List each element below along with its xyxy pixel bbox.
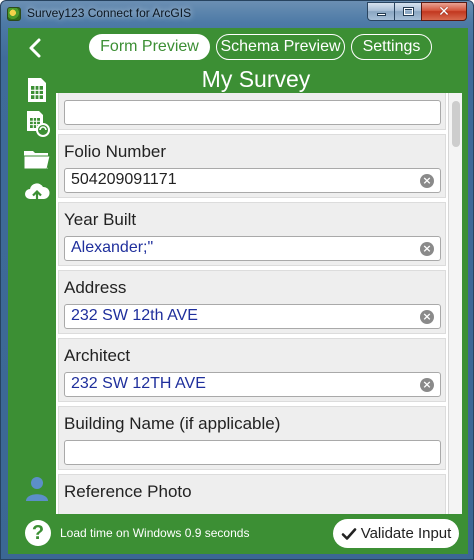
tab-schema-preview[interactable]: Schema Preview	[216, 34, 345, 60]
question-card-year-built: Year Built Alexander;" ×	[58, 202, 446, 266]
building-name-input[interactable]	[64, 440, 441, 465]
validate-input-button[interactable]: Validate Input	[333, 519, 459, 548]
window-title: Survey123 Connect for ArcGIS	[27, 6, 192, 20]
question-label: Year Built	[64, 210, 137, 229]
question-card-folio-number: Folio Number 504209091171 ×	[58, 134, 446, 198]
question-label: Architect	[64, 346, 131, 365]
help-icon[interactable]: ?	[25, 520, 51, 546]
validate-input-label: Validate Input	[360, 525, 452, 542]
survey-title: My Survey	[201, 66, 311, 92]
year-built-input[interactable]: Alexander;" ×	[64, 236, 441, 261]
close-button[interactable]: ✕	[421, 2, 467, 21]
survey-form: Folio Number 504209091171 × Year Built A…	[56, 93, 448, 514]
survey123-app-icon	[7, 7, 21, 21]
input-value: Alexander;"	[71, 239, 154, 256]
close-icon: ✕	[438, 3, 450, 20]
minimize-button[interactable]	[367, 2, 394, 21]
scrollbar-thumb[interactable]	[452, 101, 460, 147]
load-time-text: Load time on Windows 0.9 seconds	[60, 526, 250, 540]
question-label: Address	[64, 278, 127, 297]
folder-icon[interactable]	[23, 145, 51, 173]
input-value: 504209091171	[71, 171, 177, 188]
tab-settings[interactable]: Settings	[351, 34, 432, 60]
question-label: Reference Photo	[64, 482, 192, 501]
clear-icon[interactable]: ×	[420, 310, 434, 324]
app-window: Survey123 Connect for ArcGIS ✕ Form Prev…	[0, 0, 474, 560]
question-label: Building Name (if applicable)	[64, 414, 281, 433]
window-controls: ✕	[367, 2, 467, 21]
clear-icon[interactable]: ×	[420, 378, 434, 392]
question-card-address: Address 232 SW 12th AVE ×	[58, 270, 446, 334]
user-icon[interactable]	[23, 474, 51, 502]
input-value: 232 SW 12TH AVE	[71, 375, 206, 392]
window-titlebar[interactable]: Survey123 Connect for ArcGIS ✕	[1, 1, 473, 27]
cloud-upload-icon[interactable]	[23, 178, 51, 206]
address-input[interactable]: 232 SW 12th AVE ×	[64, 304, 441, 329]
question-label: Folio Number	[64, 142, 167, 161]
question-card-scrolled	[58, 93, 446, 130]
scrolled-question-input[interactable]	[64, 100, 441, 125]
architect-input[interactable]: 232 SW 12TH AVE ×	[64, 372, 441, 397]
spreadsheet-refresh-icon[interactable]	[23, 109, 51, 137]
tab-form-preview[interactable]: Form Preview	[89, 34, 210, 60]
maximize-icon	[402, 7, 414, 16]
checkmark-icon	[341, 527, 356, 540]
form-scrollbar[interactable]	[448, 93, 462, 514]
clear-icon[interactable]: ×	[420, 174, 434, 188]
input-value: 232 SW 12th AVE	[71, 307, 198, 324]
folio-number-input[interactable]: 504209091171 ×	[64, 168, 441, 193]
spreadsheet-icon[interactable]	[23, 76, 51, 104]
minimize-icon	[376, 13, 386, 16]
app-client-area: Form Preview Schema Preview Settings My …	[8, 28, 468, 554]
clear-icon[interactable]: ×	[420, 242, 434, 256]
question-card-reference-photo: Reference Photo	[58, 474, 446, 514]
chevron-left-icon[interactable]	[25, 37, 47, 59]
question-card-architect: Architect 232 SW 12TH AVE ×	[58, 338, 446, 402]
maximize-button[interactable]	[394, 2, 421, 21]
question-card-building-name: Building Name (if applicable)	[58, 406, 446, 470]
